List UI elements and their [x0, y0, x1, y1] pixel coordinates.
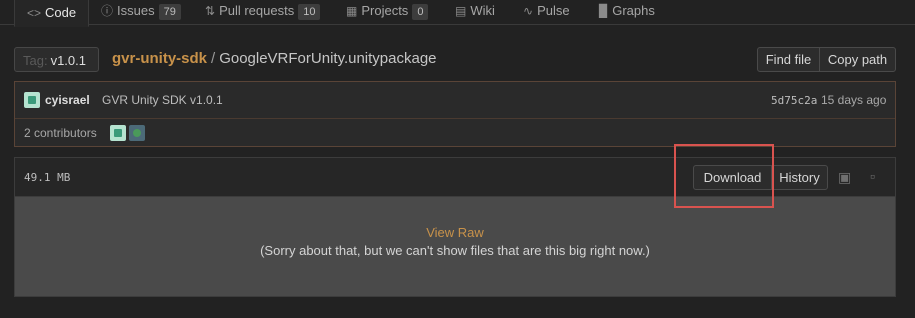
code-icon: <> [27, 6, 42, 20]
copy-path-button[interactable]: Copy path [819, 47, 896, 72]
issue-opened-icon: ⓘ [101, 4, 114, 18]
commit-author[interactable]: cyisrael [45, 93, 90, 107]
breadcrumb-file: GoogleVRForUnity.unitypackage [219, 50, 437, 67]
highlight-box [674, 144, 774, 208]
tab-pull-requests[interactable]: ⇅ Pull requests 10 [205, 0, 321, 23]
breadcrumb: gvr-unity-sdk / GoogleVRForUnity.unitypack… [112, 50, 437, 67]
desktop-icon[interactable]: ▣ [838, 169, 851, 186]
file-body: View Raw (Sorry about that, but we can't… [15, 197, 895, 296]
tab-pulse[interactable]: ∿ Pulse [523, 0, 570, 23]
trash-icon[interactable]: ▫ [870, 168, 875, 184]
tab-wiki[interactable]: ▤ Wiki [455, 0, 495, 23]
avatar[interactable] [24, 92, 40, 108]
pull-requests-count: 10 [298, 4, 321, 20]
file-size: 49.1 MB [24, 171, 71, 184]
project-icon: ▦ [346, 4, 358, 18]
file-too-big-message: (Sorry about that, but we can't show fil… [260, 243, 650, 258]
graph-icon: ▉ [599, 4, 609, 18]
contributors-label[interactable]: 2 contributors [24, 126, 97, 140]
commit-info-box: cyisrael GVR Unity SDK v1.0.1 5d75c2a 15… [14, 81, 896, 147]
repo-nav: <> Code ⓘ Issues 79 ⇅ Pull requests 10 ▦ Proje… [0, 0, 915, 27]
git-pull-request-icon: ⇅ [205, 4, 216, 18]
tab-graphs[interactable]: ▉ Graphs [599, 0, 655, 23]
tab-graphs-label: Graphs [612, 3, 655, 18]
breadcrumb-repo-link[interactable]: gvr-unity-sdk [112, 50, 207, 67]
issues-count: 79 [158, 4, 181, 20]
commit-time: 15 days ago [821, 93, 887, 107]
commit-sha[interactable]: 5d75c2a [771, 94, 817, 107]
tab-issues[interactable]: ⓘ Issues 79 [101, 0, 181, 23]
tab-projects-label: Projects [361, 3, 409, 18]
tab-projects[interactable]: ▦ Projects 0 [346, 0, 429, 23]
find-file-button[interactable]: Find file [757, 47, 820, 72]
contributor-avatar[interactable] [110, 125, 126, 141]
tab-code-label: Code [45, 5, 77, 20]
commit-message[interactable]: GVR Unity SDK v1.0.1 [102, 93, 223, 107]
pulse-icon: ∿ [523, 4, 534, 18]
tab-pull-requests-label: Pull requests [219, 3, 295, 18]
branch-prefix: Tag: [23, 53, 48, 68]
view-raw-link[interactable]: View Raw [15, 225, 895, 240]
contributor-avatar[interactable] [129, 125, 145, 141]
tab-pulse-label: Pulse [537, 3, 570, 18]
tab-issues-label: Issues [117, 3, 155, 18]
divider [15, 118, 895, 119]
breadcrumb-separator: / [211, 50, 216, 67]
tab-code[interactable]: <> Code [14, 0, 90, 27]
history-button[interactable]: History [771, 165, 828, 190]
book-icon: ▤ [455, 4, 467, 18]
tab-wiki-label: Wiki [470, 3, 495, 18]
branch-value: v1.0.1 [50, 53, 86, 68]
projects-count: 0 [412, 4, 429, 20]
branch-selector[interactable]: Tag:v1.0.1 ▼ [14, 47, 99, 92]
